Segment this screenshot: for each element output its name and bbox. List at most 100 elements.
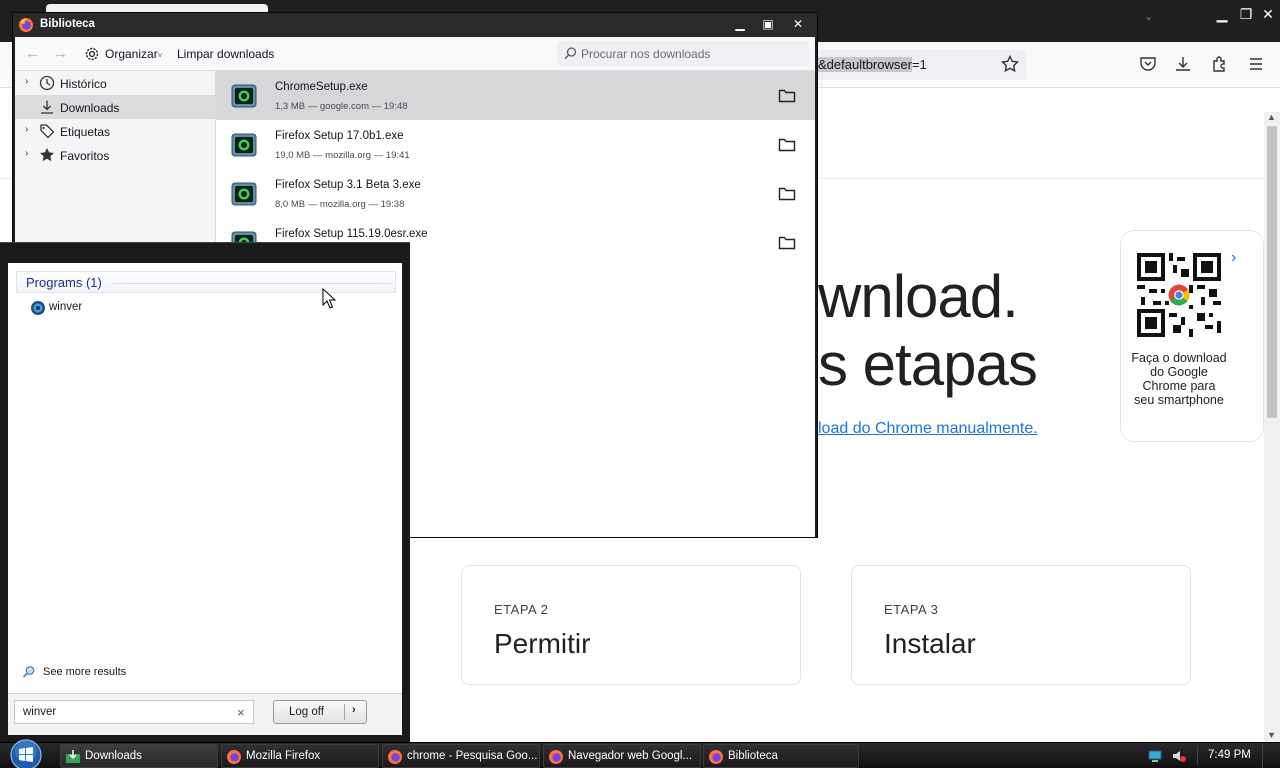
- maximize-icon[interactable]: ▣: [759, 16, 777, 32]
- search-icon: [22, 666, 35, 678]
- url-selected-text: &defaultbrowser: [818, 57, 912, 72]
- firefox-icon: [227, 750, 241, 764]
- menu-icon[interactable]: [1246, 54, 1266, 74]
- downloads-folder-icon: [66, 750, 80, 763]
- sidebar-item-etiquetas[interactable]: › Etiquetas: [15, 119, 216, 143]
- gear-icon[interactable]: [83, 45, 101, 63]
- page-scrollbar[interactable]: ▲ ▼: [1264, 112, 1280, 742]
- step-title: Instalar: [884, 628, 976, 659]
- taskbar-button-mozilla-firefox[interactable]: Mozilla Firefox: [221, 744, 379, 768]
- qr-card-chevron-icon[interactable]: ›: [1231, 249, 1236, 267]
- sidebar-item-favoritos[interactable]: › Favoritos: [15, 143, 216, 167]
- folder-icon[interactable]: [778, 137, 796, 153]
- downloads-search-input[interactable]: [581, 41, 803, 66]
- clear-search-icon[interactable]: ×: [237, 705, 245, 720]
- start-orb-icon[interactable]: [8, 737, 44, 768]
- taskbar-button-chrome-page[interactable]: Navegador web Googl...: [543, 744, 701, 768]
- clear-downloads-button[interactable]: Limpar downloads: [177, 47, 274, 61]
- chevron-right-icon[interactable]: ›: [25, 148, 28, 159]
- step-label: ETAPA 2: [494, 602, 549, 617]
- firefox-icon: [549, 750, 563, 764]
- taskbar-button-chrome-search[interactable]: chrome - Pesquisa Goo...: [382, 744, 540, 768]
- manual-download-link[interactable]: load do Chrome manualmente.: [818, 420, 1038, 438]
- sidebar-item-historico[interactable]: › Histórico: [15, 71, 216, 95]
- sidebar-item-label: Downloads: [60, 101, 120, 115]
- library-titlebar[interactable]: Biblioteca ▁ ▣ ✕: [13, 13, 817, 37]
- restore-icon[interactable]: ❐: [1236, 5, 1256, 23]
- folder-icon[interactable]: [778, 186, 796, 202]
- see-more-results-link[interactable]: See more results: [22, 665, 222, 681]
- taskbar-button-downloads[interactable]: Downloads: [60, 744, 218, 768]
- back-arrow-icon[interactable]: ←: [25, 45, 40, 62]
- firefox-icon: [709, 750, 723, 764]
- download-name: ChromeSetup.exe: [275, 81, 368, 93]
- qr-card[interactable]: › Faça o download do Google Chrome para …: [1120, 230, 1264, 442]
- installer-file-icon: [231, 133, 257, 157]
- downloads-search-box[interactable]: [557, 41, 809, 66]
- url-bar[interactable]: &defaultbrowser=1: [810, 50, 1026, 80]
- list-item[interactable]: Firefox Setup 17.0b1.exe 19,0 MB — mozil…: [216, 120, 815, 169]
- start-search-input[interactable]: [23, 701, 223, 723]
- taskbar-button-biblioteca[interactable]: Biblioteca: [703, 744, 859, 768]
- installer-file-icon: [231, 182, 257, 206]
- list-item[interactable]: Firefox Setup 3.1 Beta 3.exe 8,0 MB — mo…: [216, 169, 815, 218]
- bookmark-star-icon[interactable]: [1000, 54, 1020, 74]
- log-off-label: Log off: [289, 706, 324, 718]
- step-card-3: ETAPA 3 Instalar: [851, 565, 1191, 685]
- minimize-icon[interactable]: ▁: [731, 16, 749, 32]
- extensions-icon[interactable]: [1210, 54, 1230, 74]
- network-tray-icon[interactable]: [1147, 748, 1163, 764]
- headline-line2: s etapas: [818, 331, 1038, 398]
- firefox-icon: [388, 750, 402, 764]
- log-off-button[interactable]: Log off ›: [273, 700, 367, 724]
- sidebar-item-downloads[interactable]: Downloads: [15, 95, 216, 119]
- mouse-cursor-icon: [322, 288, 336, 309]
- sidebar-item-label: Etiquetas: [60, 125, 111, 139]
- scroll-up-icon[interactable]: ▲: [1267, 112, 1276, 122]
- minimize-icon[interactable]: ▁: [1212, 5, 1232, 23]
- step-label: ETAPA 3: [884, 602, 939, 617]
- step-card-2: ETAPA 2 Permitir: [461, 565, 801, 685]
- qr-card-text: Faça o download do Google Chrome para se…: [1131, 351, 1227, 407]
- chevron-right-icon[interactable]: ›: [25, 124, 28, 135]
- search-result-winver[interactable]: winver: [28, 299, 228, 317]
- header-divider: [113, 283, 391, 284]
- download-name: Firefox Setup 3.1 Beta 3.exe: [275, 179, 421, 191]
- programs-group-header[interactable]: Programs (1): [16, 271, 396, 293]
- close-icon[interactable]: ✕: [789, 16, 807, 32]
- tab-list-chevron-icon[interactable]: ⌄: [1144, 10, 1153, 23]
- show-desktop-button[interactable]: [1262, 743, 1280, 768]
- taskbar-button-label: Mozilla Firefox: [246, 750, 321, 762]
- taskbar: Downloads Mozilla Firefox chrome - Pesqu…: [0, 739, 1280, 768]
- start-search-box[interactable]: ×: [14, 700, 254, 724]
- taskbar-button-label: chrome - Pesquisa Goo...: [407, 750, 537, 762]
- scroll-down-icon[interactable]: ▼: [1267, 730, 1276, 740]
- step-title: Permitir: [494, 628, 591, 659]
- chevron-down-icon: ˅: [157, 51, 163, 60]
- volume-tray-icon[interactable]: [1171, 748, 1187, 764]
- pocket-icon[interactable]: [1138, 54, 1158, 74]
- download-meta: 8,0 MB — mozilla.org — 19:38: [275, 199, 405, 210]
- installer-file-icon: [231, 84, 257, 108]
- tray-divider: [1197, 747, 1198, 765]
- taskbar-clock[interactable]: 7:49 PM: [1208, 749, 1251, 761]
- clock-icon: [39, 75, 55, 91]
- library-title: Biblioteca: [40, 18, 95, 30]
- url-rest-text: =1: [911, 57, 927, 72]
- scrollbar-thumb[interactable]: [1267, 126, 1277, 418]
- folder-icon[interactable]: [778, 88, 796, 104]
- sidebar-item-label: Histórico: [60, 77, 107, 91]
- headline-line1: wnload.: [818, 263, 1019, 330]
- folder-icon[interactable]: [778, 235, 796, 251]
- taskbar-button-label: Biblioteca: [728, 750, 778, 762]
- forward-arrow-icon[interactable]: →: [53, 45, 68, 62]
- search-results-panel: Programs (1) winver See more results: [8, 263, 402, 693]
- organize-menu-button[interactable]: Organizar˅: [105, 47, 162, 61]
- firefox-logo-icon: [19, 18, 33, 32]
- close-icon[interactable]: ✕: [1258, 5, 1278, 23]
- chevron-right-icon[interactable]: ›: [25, 76, 28, 87]
- download-icon[interactable]: [1173, 54, 1193, 74]
- list-item[interactable]: ChromeSetup.exe 1,3 MB — google.com — 19…: [216, 71, 815, 120]
- button-divider: [344, 704, 345, 720]
- shutdown-options-arrow-icon[interactable]: ›: [352, 704, 356, 716]
